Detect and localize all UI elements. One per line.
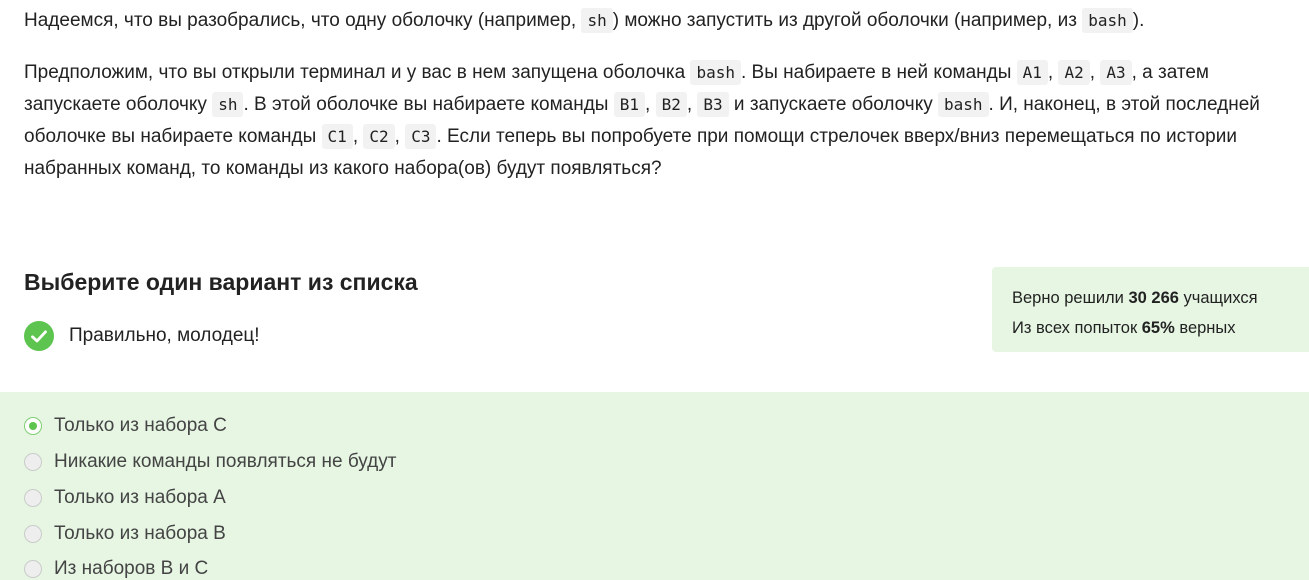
- radio-button[interactable]: [24, 560, 42, 578]
- code-bash: bash: [938, 92, 989, 117]
- code-a2: A2: [1058, 60, 1090, 85]
- result-status: Правильно, молодец!: [24, 321, 260, 351]
- code-c2: C2: [363, 124, 395, 149]
- code-bash: bash: [690, 60, 741, 85]
- radio-button-selected[interactable]: [24, 417, 42, 435]
- stats-solved: Верно решили 30 266 учащихся: [1012, 289, 1258, 307]
- option-label: Никакие команды появляться не будут: [54, 451, 397, 472]
- stats-box: Верно решили 30 266 учащихся Из всех поп…: [992, 267, 1309, 352]
- code-b3: B3: [697, 92, 729, 117]
- code-a3: A3: [1100, 60, 1132, 85]
- code-sh: sh: [212, 92, 244, 117]
- code-c3: C3: [405, 124, 437, 149]
- check-icon: [24, 321, 54, 351]
- option-item[interactable]: Никакие команды появляться не будут: [24, 451, 396, 473]
- option-item[interactable]: Только из набора C: [24, 415, 227, 437]
- option-item[interactable]: Из наборов B и C: [24, 558, 208, 580]
- code-sh: sh: [581, 8, 613, 33]
- code-a1: A1: [1016, 60, 1048, 85]
- option-label: Только из набора B: [54, 523, 226, 544]
- option-label: Только из набора A: [54, 487, 226, 508]
- percent-correct: 65%: [1141, 319, 1175, 337]
- intro-paragraph: Надеемся, что вы разобрались, что одну о…: [24, 8, 1145, 33]
- solved-count: 30 266: [1128, 289, 1179, 307]
- radio-button[interactable]: [24, 489, 42, 507]
- stats-percent: Из всех попыток 65% верных: [1012, 319, 1236, 337]
- radio-button[interactable]: [24, 525, 42, 543]
- option-item[interactable]: Только из набора A: [24, 487, 226, 509]
- code-c1: C1: [321, 124, 353, 149]
- code-b1: B1: [613, 92, 645, 117]
- option-item[interactable]: Только из набора B: [24, 523, 226, 545]
- question-paragraph: Предположим, что вы открыли терминал и у…: [24, 60, 1260, 179]
- options-panel: Только из набора C Никакие команды появл…: [0, 392, 1309, 580]
- option-label: Только из набора C: [54, 415, 227, 436]
- option-label: Из наборов B и C: [54, 558, 209, 579]
- radio-button[interactable]: [24, 453, 42, 471]
- result-text: Правильно, молодец!: [69, 325, 260, 346]
- choose-title: Выберите один вариант из списка: [24, 269, 418, 295]
- code-b2: B2: [655, 92, 687, 117]
- radio-dot-icon: [29, 422, 37, 430]
- code-bash: bash: [1082, 8, 1133, 33]
